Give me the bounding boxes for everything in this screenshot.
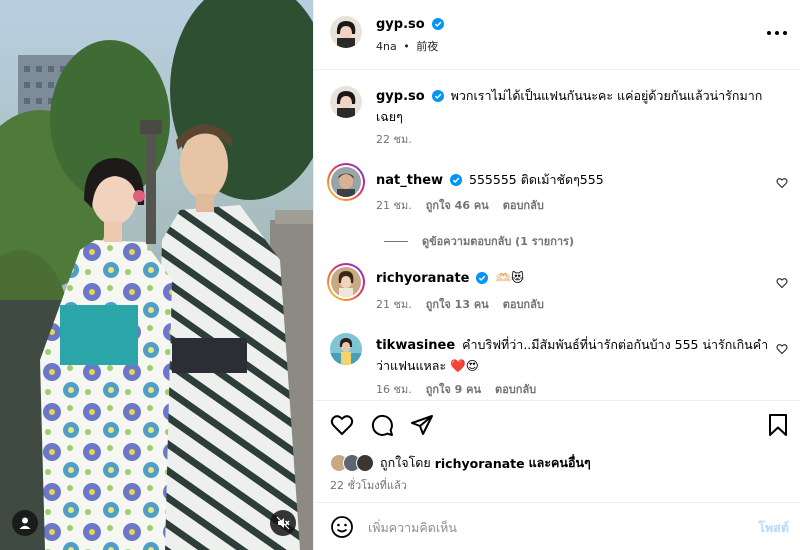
separator-dot: •	[403, 40, 410, 53]
view-replies-label: ดูข้อความตอบกลับ (1 รายการ)	[422, 235, 574, 248]
reply-button[interactable]: ตอบกลับ	[503, 196, 544, 214]
mute-toggle-button[interactable]	[270, 510, 296, 536]
commenter-avatar[interactable]	[327, 263, 365, 301]
view-replies-link[interactable]: ดูข้อความตอบกลับ (1 รายการ)	[384, 232, 574, 250]
author-username[interactable]: gyp.so	[376, 17, 425, 32]
post-age: 4na	[376, 40, 397, 53]
reply-line	[384, 240, 408, 242]
comment-username[interactable]: nat_thew	[376, 173, 443, 188]
comment-like-heart-icon[interactable]	[776, 343, 788, 355]
send-icon[interactable]	[410, 413, 434, 437]
instagram-post-dialog: gyp.so 4na • 前夜 gyp.so พวกเราไม่ได้เป็นแ…	[0, 0, 800, 550]
comment-time[interactable]: 21 ชม.	[376, 196, 412, 214]
comment-meta: 21 ชม. ถูกใจ 46 คน ตอบกลับ	[376, 196, 544, 214]
liked-by-prefix: ถูกใจโดย	[380, 455, 431, 470]
comment-like-heart-icon[interactable]	[776, 177, 788, 189]
heart-icon[interactable]	[330, 413, 354, 437]
reply-button[interactable]: ตอบกลับ	[503, 295, 544, 313]
comment-meta: 16 ชม. ถูกใจ 9 คน ตอบกลับ	[376, 380, 536, 398]
comment-text: 555555 ติดเม้าชัดๆ555	[469, 172, 604, 187]
caption: gyp.so พวกเราไม่ได้เป็นแฟนกันนะคะ แค่อยู…	[376, 86, 776, 127]
smiley-icon[interactable]	[330, 515, 354, 539]
bookmark-icon[interactable]	[767, 413, 789, 437]
liked-by-others[interactable]: และคนอื่นๆ	[529, 453, 591, 473]
comment-time[interactable]: 21 ชม.	[376, 295, 412, 313]
liked-by-row: ถูกใจโดย richyoranate และคนอื่นๆ	[330, 453, 591, 473]
comment-username[interactable]: tikwasinee	[376, 338, 455, 353]
commenter-avatar[interactable]	[330, 333, 362, 365]
liked-by-user[interactable]: richyoranate	[435, 456, 525, 471]
post-side-panel: gyp.so 4na • 前夜 gyp.so พวกเราไม่ได้เป็นแ…	[313, 0, 800, 550]
author-avatar[interactable]	[330, 16, 362, 48]
verified-badge-icon	[476, 272, 489, 284]
post-actions-section: ถูกใจโดย richyoranate และคนอื่นๆ 22 ชั่ว…	[314, 400, 800, 550]
post-header: gyp.so 4na • 前夜	[314, 0, 800, 70]
post-timestamp[interactable]: 22 ชั่วโมงที่แล้ว	[330, 476, 407, 494]
liker-avatars[interactable]	[330, 454, 374, 472]
avatar	[356, 454, 374, 472]
reply-button[interactable]: ตอบกลับ	[495, 380, 536, 398]
post-media[interactable]	[0, 0, 313, 550]
add-comment-bar: เพิ่มความคิดเห็น โพสต์	[314, 502, 800, 550]
caption-author-avatar[interactable]	[330, 86, 362, 118]
verified-badge-icon	[431, 90, 444, 102]
commenter-avatar[interactable]	[327, 163, 365, 201]
more-icon	[767, 31, 771, 35]
comment-text: 🫶🏻😻	[495, 270, 525, 285]
comment-3: tikwasinee คำบริฟที่ว่า..มีสัมพันธ์ที่น่…	[376, 335, 776, 376]
comment-2: richyoranate 🫶🏻😻	[376, 268, 771, 289]
more-options-button[interactable]	[767, 26, 787, 40]
post-photo	[0, 0, 313, 550]
comment-time[interactable]: 16 ชม.	[376, 380, 412, 398]
verified-badge-icon	[450, 174, 463, 186]
comment-like-count[interactable]: ถูกใจ 9 คน	[426, 380, 481, 398]
caption-username[interactable]: gyp.so	[376, 89, 425, 104]
post-subline: 4na • 前夜	[376, 38, 438, 54]
comment-1: nat_thew 555555 ติดเม้าชัดๆ555	[376, 170, 771, 191]
comment-meta: 21 ชม. ถูกใจ 13 คน ตอบกลับ	[376, 295, 544, 313]
post-location[interactable]: 前夜	[416, 40, 438, 53]
muted-speaker-icon	[276, 516, 290, 530]
comment-like-heart-icon[interactable]	[776, 277, 788, 289]
post-comment-button[interactable]: โพสต์	[758, 518, 789, 538]
comment-username[interactable]: richyoranate	[376, 271, 469, 286]
comment-icon[interactable]	[370, 413, 394, 437]
comment-like-count[interactable]: ถูกใจ 46 คน	[426, 196, 489, 214]
verified-badge-icon	[431, 18, 444, 30]
comment-like-count[interactable]: ถูกใจ 13 คน	[426, 295, 489, 313]
caption-time[interactable]: 22 ชม.	[376, 130, 412, 148]
user-tag-icon	[19, 517, 31, 529]
tag-people-button[interactable]	[12, 510, 38, 536]
comment-input[interactable]: เพิ่มความคิดเห็น	[368, 518, 457, 538]
